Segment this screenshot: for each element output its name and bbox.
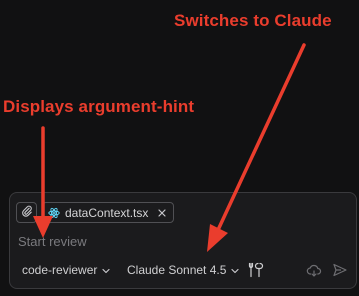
prompt-input[interactable]: Start review	[18, 234, 87, 249]
attach-context-button[interactable]	[16, 202, 37, 223]
agent-dropdown-label: code-reviewer	[22, 263, 98, 277]
model-dropdown[interactable]: Claude Sonnet 4.5	[127, 263, 240, 277]
cloud-icon	[306, 264, 322, 282]
composer-toolbar: code-reviewer Claude Sonnet 4.5	[18, 261, 350, 281]
send-icon	[332, 263, 348, 282]
annotation-switches-to-claude: Switches to Claude	[174, 11, 332, 30]
close-icon[interactable]	[157, 208, 167, 218]
send-button[interactable]	[332, 262, 348, 283]
chevron-down-icon	[226, 263, 240, 277]
context-chips: dataContext.tsx	[16, 202, 175, 223]
attached-file-chip[interactable]: dataContext.tsx	[42, 202, 175, 223]
annotation-argument-hint: Displays argument-hint	[3, 97, 195, 116]
delegate-cloud-button[interactable]	[306, 262, 322, 283]
tools-icon	[248, 262, 264, 282]
agent-dropdown[interactable]: code-reviewer	[22, 263, 110, 277]
chevron-down-icon	[97, 263, 110, 277]
react-icon	[48, 207, 60, 219]
chat-composer[interactable]: dataContext.tsx Start review code-review…	[9, 192, 357, 289]
attached-file-name: dataContext.tsx	[65, 205, 149, 220]
tools-button[interactable]	[248, 262, 264, 283]
paperclip-icon	[21, 204, 33, 222]
model-dropdown-label: Claude Sonnet 4.5	[127, 263, 227, 277]
